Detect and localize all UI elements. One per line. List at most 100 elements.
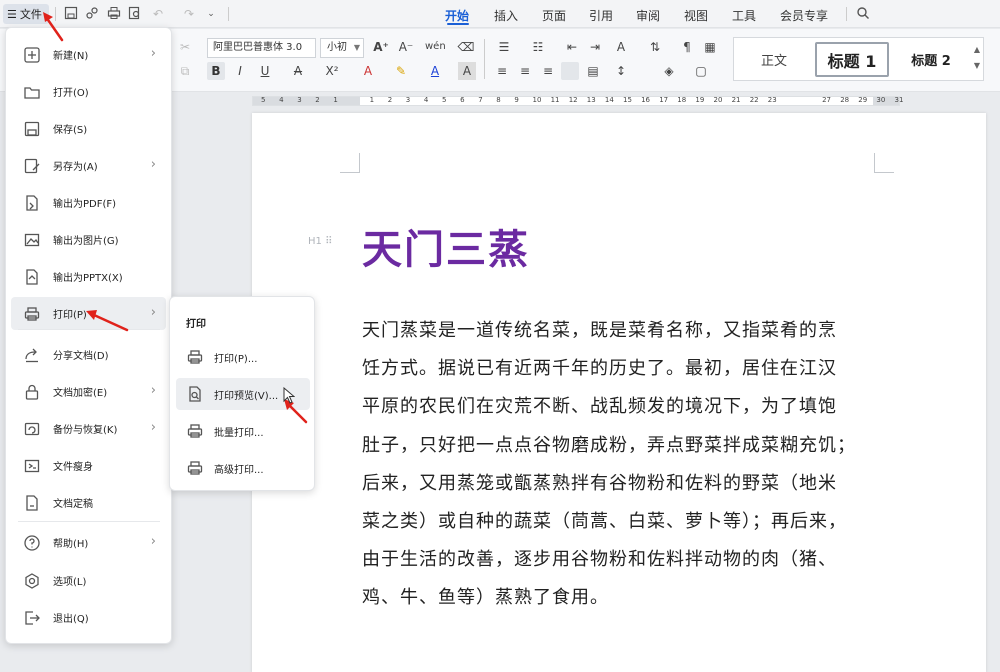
align-left-icon[interactable]: ≡: [493, 62, 511, 80]
distributed-align-icon[interactable]: ▤: [584, 62, 602, 80]
quick-preview-icon[interactable]: [127, 6, 143, 22]
chevron-right-icon: ›: [150, 305, 156, 320]
align-right-icon[interactable]: ≡: [539, 62, 557, 80]
tab-review[interactable]: 审阅: [636, 7, 660, 24]
file-menu-item[interactable]: 新建(N) ›: [11, 38, 166, 71]
file-menu-item[interactable]: 保存(S): [11, 112, 166, 145]
tab-insert[interactable]: 插入: [494, 7, 518, 24]
chinese-layout-icon[interactable]: A: [612, 38, 630, 56]
file-menu-item[interactable]: 选项(L): [11, 564, 166, 597]
undo-icon[interactable]: ↶: [150, 6, 166, 22]
file-menu-item[interactable]: 打开(O): [11, 75, 166, 108]
styles-gallery: 正文 标题 1 标题 2 ▲ ▼: [733, 37, 984, 81]
tab-member[interactable]: 会员专享: [780, 7, 828, 24]
font-size-select[interactable]: 小初 ▼: [320, 38, 364, 58]
toolbar-divider: [228, 7, 229, 21]
tab-tools[interactable]: 工具: [732, 7, 756, 24]
style-heading-2[interactable]: 标题 2: [896, 42, 966, 77]
strikethrough-icon[interactable]: A: [289, 62, 307, 80]
tab-references[interactable]: 引用: [589, 7, 613, 24]
document-page[interactable]: H1 ⠿ 天门三蒸 天门蒸菜是一道传统名菜，既是菜肴名称，又指菜肴的烹 饪方式。据…: [252, 113, 986, 672]
bold-button[interactable]: B: [207, 62, 225, 80]
print-menu-item[interactable]: 批量打印...: [176, 415, 310, 447]
grow-font-icon[interactable]: A⁺: [372, 38, 390, 56]
justify-button[interactable]: [561, 62, 579, 80]
file-menu-item[interactable]: 打印(P) ›: [11, 297, 166, 330]
search-icon[interactable]: [855, 6, 871, 22]
numbered-list-icon[interactable]: ☷: [529, 38, 547, 56]
tab-start[interactable]: 开始: [445, 7, 469, 24]
font-size-value: 小初: [327, 42, 347, 53]
decrease-indent-icon[interactable]: ⇤: [563, 38, 581, 56]
bullet-list-icon[interactable]: ☰: [495, 38, 513, 56]
share-link-icon[interactable]: [84, 6, 100, 22]
styles-scroll-icon[interactable]: ▲ ▼: [974, 42, 980, 74]
print-menu-item[interactable]: 打印(P)...: [176, 341, 310, 373]
char-shading-icon[interactable]: A: [458, 62, 476, 80]
font-family-select[interactable]: 阿里巴巴普惠体 3.0: [207, 38, 316, 58]
ruler-number: 11: [550, 96, 560, 104]
file-menu-item[interactable]: 帮助(H) ›: [11, 526, 166, 559]
print-submenu-title: 打印: [186, 319, 206, 330]
slim-icon: [23, 457, 41, 475]
sort-icon[interactable]: ⇅: [646, 38, 664, 56]
file-menu-item[interactable]: 输出为图片(G): [11, 223, 166, 256]
file-menu-item[interactable]: 分享文档(D): [11, 338, 166, 371]
file-menu-item[interactable]: 输出为PPTX(X): [11, 260, 166, 293]
file-menu-button[interactable]: ☰ 文件: [3, 4, 49, 24]
paragraph-line: 天门蒸菜是一道传统名菜，既是菜肴名称，又指菜肴的烹: [362, 320, 837, 341]
tab-view[interactable]: 视图: [684, 7, 708, 24]
exit-icon: [23, 609, 41, 627]
print-menu-item[interactable]: 高级打印...: [176, 452, 310, 484]
phonetic-guide-icon[interactable]: wén: [425, 38, 446, 56]
chevron-right-icon: ›: [150, 383, 156, 398]
table-borders-icon[interactable]: ▦: [701, 38, 719, 56]
file-menu-item-label: 文件瘦身: [53, 462, 93, 473]
style-heading-1[interactable]: 标题 1: [815, 42, 889, 77]
cut-icon[interactable]: ✂: [176, 38, 194, 56]
text-effect-icon[interactable]: A: [359, 62, 377, 80]
border-icon[interactable]: ▢: [692, 62, 710, 80]
file-menu-item[interactable]: 退出(Q): [11, 601, 166, 634]
file-menu-item[interactable]: 文件瘦身: [11, 449, 166, 482]
ruler-number: 23: [767, 96, 777, 104]
superscript-icon[interactable]: X²: [323, 62, 341, 80]
ruler-number: 28: [840, 96, 850, 104]
heading-drag-handle[interactable]: H1 ⠿: [308, 236, 332, 247]
ruler-number: 5: [261, 96, 266, 104]
ruler-number: 6: [460, 96, 465, 104]
share-icon: [23, 346, 41, 364]
shading-icon[interactable]: ◈: [660, 62, 678, 80]
line-spacing-icon[interactable]: ↕: [612, 62, 630, 80]
file-menu-item[interactable]: 文档定稿: [11, 486, 166, 519]
increase-indent-icon[interactable]: ⇥: [586, 38, 604, 56]
file-menu-item[interactable]: 另存为(A) ›: [11, 149, 166, 182]
align-center-icon[interactable]: ≡: [516, 62, 534, 80]
chevron-right-icon: ›: [150, 46, 156, 61]
font-color-icon[interactable]: A: [426, 62, 444, 80]
show-marks-icon[interactable]: ¶: [678, 38, 696, 56]
shrink-font-icon[interactable]: A⁻: [397, 38, 415, 56]
quick-print-icon[interactable]: [106, 6, 122, 22]
file-menu-item-label: 输出为PPTX(X): [53, 273, 123, 284]
document-title: 天门三蒸: [362, 227, 530, 273]
clear-format-icon[interactable]: ⌫: [457, 38, 475, 56]
file-menu-item[interactable]: 输出为PDF(F): [11, 186, 166, 219]
file-menu-item[interactable]: 备份与恢复(K) ›: [11, 412, 166, 445]
underline-icon[interactable]: U: [256, 62, 274, 80]
file-menu-item[interactable]: 文档加密(E) ›: [11, 375, 166, 408]
copy-icon[interactable]: ⧉: [176, 62, 194, 80]
ruler-number: 8: [496, 96, 501, 104]
customize-toolbar-icon[interactable]: ⌄: [203, 6, 219, 22]
paragraph-line: 菜之类）或自种的蔬菜（茼蒿、白菜、萝卜等）；再后来，: [362, 511, 847, 533]
italic-icon[interactable]: I: [231, 62, 249, 80]
file-menu-item-label: 文档加密(E): [53, 388, 108, 399]
chevron-down-icon: ▼: [353, 43, 360, 52]
quick-save-icon[interactable]: [63, 6, 79, 22]
highlight-icon[interactable]: ✎: [392, 62, 410, 80]
redo-icon[interactable]: ↷: [181, 6, 197, 22]
style-normal[interactable]: 正文: [736, 42, 812, 77]
file-menu-label: 文件: [19, 8, 42, 21]
tab-page[interactable]: 页面: [542, 7, 566, 24]
horizontal-ruler[interactable]: 5 4 3 2 1 1 2 3 4 5 6 7 8 9 10 11 12 13 14 15 16 17 18 19 20 21 22…: [252, 96, 903, 106]
